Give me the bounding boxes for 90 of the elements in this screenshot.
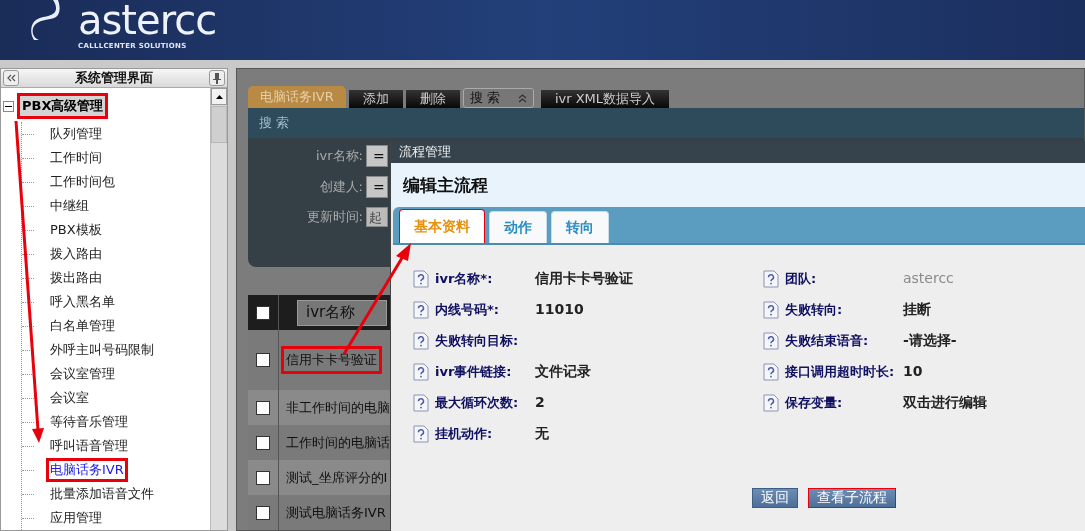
- operator-select[interactable]: =: [366, 145, 388, 167]
- field-value: 双击进行编辑: [903, 394, 987, 412]
- table-cell-text: 工作时间的电脑话: [285, 433, 391, 452]
- table-cell-text: 测试_坐席评分的I: [285, 468, 389, 487]
- help-icon: [413, 332, 429, 350]
- help-icon: [763, 363, 779, 381]
- scrollbar[interactable]: [210, 88, 227, 530]
- field-value: 挂断: [903, 301, 931, 319]
- field-label: 失败转向目标:: [435, 332, 520, 350]
- field-label: 失败结束语音:: [785, 332, 870, 350]
- tree-item[interactable]: 会议室: [46, 386, 93, 410]
- field-label: 挂机动作:: [435, 425, 494, 443]
- help-icon: [413, 363, 429, 381]
- field-label: 保存变量:: [785, 394, 844, 412]
- tree-item[interactable]: 应用管理: [46, 506, 106, 530]
- help-icon: [413, 394, 429, 412]
- field-label: 更新时间:: [305, 208, 364, 226]
- toolbar-button[interactable]: 删除: [405, 90, 460, 108]
- tree-item[interactable]: 拨出路由: [46, 266, 106, 290]
- panel-title: 系统管理界面: [75, 69, 153, 87]
- field-label: 创建人:: [318, 178, 364, 196]
- field-label: 最大循环次数:: [435, 394, 520, 412]
- tree-item[interactable]: 中继组: [46, 194, 93, 218]
- toolbar-button[interactable]: 添加: [348, 90, 403, 108]
- logo-icon: [30, 0, 62, 40]
- dialog-heading: 编辑主流程: [403, 173, 488, 197]
- field-value: 无: [535, 425, 549, 443]
- checkbox[interactable]: [256, 470, 270, 485]
- help-icon: [413, 301, 429, 319]
- tree-item[interactable]: 呼入黑名单: [46, 290, 119, 314]
- collapse-button[interactable]: [3, 70, 19, 86]
- field-value: astercc: [903, 270, 954, 286]
- tree-item[interactable]: PBX模板: [46, 218, 106, 242]
- tree-item[interactable]: 工作时间: [46, 146, 106, 170]
- checkbox[interactable]: [256, 305, 270, 320]
- checkbox[interactable]: [256, 435, 270, 450]
- table-cell: 信用卡卡号验证: [281, 346, 382, 374]
- table-cell-text: 非工作时间的电脑: [285, 398, 391, 417]
- double-chevron-icon: [6, 74, 16, 82]
- checkbox[interactable]: [256, 353, 270, 367]
- tree-item[interactable]: 工作时间包: [46, 170, 119, 194]
- field-label: ivr名称:: [314, 147, 364, 165]
- checkbox[interactable]: [256, 505, 270, 520]
- field-value: 10: [903, 363, 923, 379]
- help-icon: [763, 332, 779, 350]
- tree-item[interactable]: 队列管理: [46, 122, 106, 146]
- up-arrow-icon: [215, 94, 223, 99]
- field-label: ivr事件链接:: [435, 363, 513, 381]
- panel-title: 搜 索: [259, 114, 290, 132]
- tree-item[interactable]: 电脑话务IVR: [46, 458, 128, 482]
- help-icon: [763, 270, 779, 288]
- tree-item[interactable]: 拨入路由: [46, 242, 106, 266]
- tree-node[interactable]: PBX高级管理: [17, 93, 109, 119]
- field-value: 信用卡卡号验证: [535, 270, 633, 288]
- tree-item[interactable]: 等待音乐管理: [46, 410, 132, 434]
- dialog-button[interactable]: 查看子流程: [808, 488, 896, 508]
- help-icon: [763, 394, 779, 412]
- dialog-button[interactable]: 返回: [752, 488, 798, 508]
- field-value: 文件记录: [535, 363, 591, 381]
- dialog-title: 流程管理: [399, 143, 451, 161]
- field-value: -请选择-: [903, 332, 957, 350]
- tree-item[interactable]: 呼叫语音管理: [46, 434, 132, 458]
- date-input[interactable]: 起: [366, 207, 388, 227]
- logo-text: astercc: [78, 0, 217, 40]
- collapse-toggle[interactable]: [3, 100, 14, 112]
- field-value: 2: [535, 394, 545, 410]
- help-icon: [413, 425, 429, 443]
- tree-item[interactable]: 外呼主叫号码限制: [46, 338, 158, 362]
- search-dropdown[interactable]: 搜 索: [462, 88, 534, 108]
- field-value: 11010: [535, 301, 584, 317]
- toolbar-button[interactable]: ivr XML数据导入: [540, 90, 670, 108]
- tree-item[interactable]: 白名单管理: [46, 314, 119, 338]
- table-cell-text: 测试电脑话务IVR: [285, 503, 387, 522]
- tree-item[interactable]: 会议室管理: [46, 362, 119, 386]
- pin-icon: [213, 72, 221, 84]
- double-chevron-icon: [517, 93, 527, 103]
- field-label: 失败转向:: [785, 301, 844, 319]
- tab[interactable]: 动作: [489, 211, 547, 243]
- pin-button[interactable]: [209, 70, 225, 86]
- scrollbar-thumb[interactable]: [211, 106, 227, 143]
- field-label: ivr名称*:: [435, 270, 494, 288]
- checkbox[interactable]: [256, 400, 270, 415]
- operator-select[interactable]: =: [366, 176, 388, 198]
- tree-item[interactable]: 批量添加语音文件: [46, 482, 158, 506]
- help-icon: [413, 270, 429, 288]
- help-icon: [763, 301, 779, 319]
- field-label: 接口调用超时时长:: [785, 363, 896, 381]
- column-header[interactable]: ivr名称: [297, 299, 387, 326]
- field-label: 团队:: [785, 270, 818, 288]
- field-label: 内线号码*:: [435, 301, 500, 319]
